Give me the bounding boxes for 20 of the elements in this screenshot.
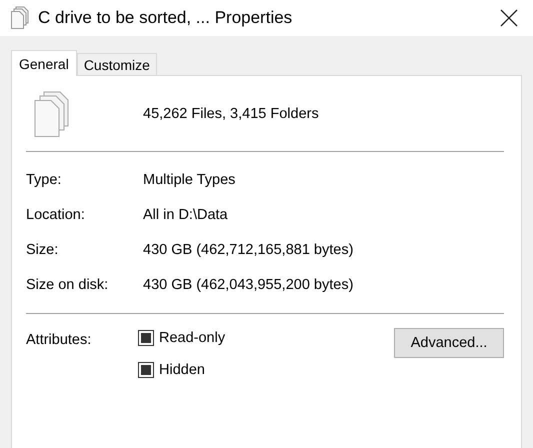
- checkbox-label[interactable]: Hidden: [159, 362, 205, 378]
- summary-text: 45,262 Files, 3,415 Folders: [143, 106, 319, 122]
- close-icon[interactable]: [500, 9, 518, 27]
- property-value: Multiple Types: [143, 172, 236, 188]
- checkbox[interactable]: [138, 330, 154, 346]
- checkbox-label[interactable]: Read-only: [159, 330, 226, 346]
- attributes-label: Attributes:: [26, 331, 92, 350]
- property-label: Size:: [26, 242, 60, 258]
- window-title: C drive to be sorted, ... Properties: [38, 8, 294, 28]
- tab[interactable]: Customize: [76, 53, 157, 75]
- checkbox[interactable]: [138, 362, 154, 378]
- documents-icon: [10, 6, 30, 30]
- property-value: 430 GB (462,712,165,881 bytes): [143, 242, 354, 258]
- property-label: Location:: [26, 207, 86, 223]
- property-value: 430 GB (462,043,955,200 bytes): [143, 277, 354, 293]
- property-label: Size on disk:: [26, 277, 110, 293]
- advanced-button[interactable]: Advanced...: [394, 328, 504, 358]
- property-label: Type:: [26, 172, 62, 188]
- tab[interactable]: General: [11, 50, 77, 76]
- property-value: All in D:\Data: [143, 207, 229, 223]
